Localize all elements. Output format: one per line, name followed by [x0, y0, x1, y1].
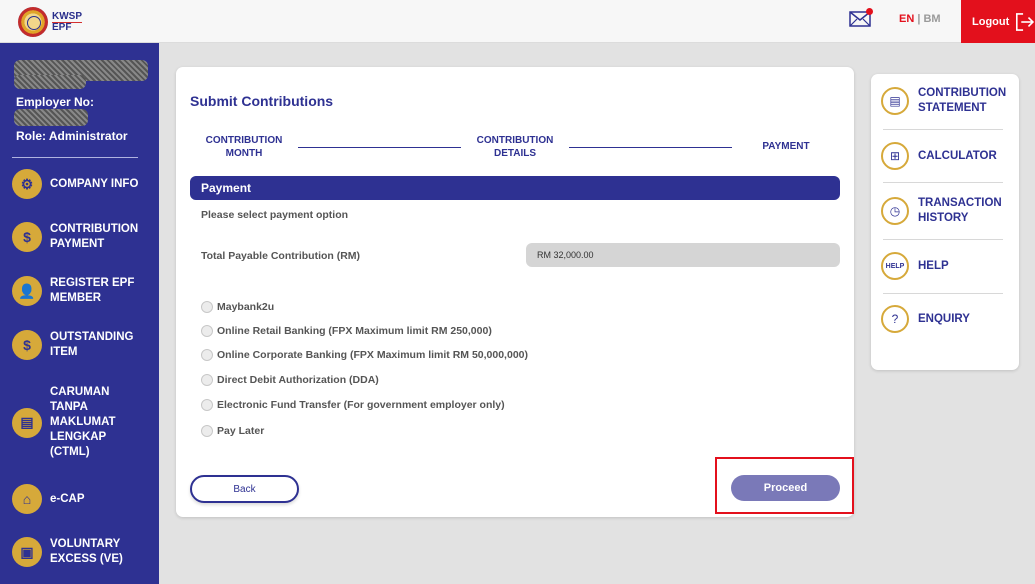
redacted-employer-no — [14, 109, 88, 126]
quick-links-panel: ▤ CONTRIBUTION STATEMENT ⊞ CALCULATOR ◷ … — [871, 74, 1019, 370]
logo-text-epf: EPF — [52, 21, 72, 33]
employer-no-label: Employer No: — [16, 95, 95, 109]
language-switcher: EN | BM — [899, 13, 941, 25]
kwsp-logo[interactable]: KWSP EPF — [18, 7, 82, 37]
total-payable-field — [526, 243, 840, 267]
dollar-hand-icon: $ — [12, 222, 42, 252]
document-clock-icon: ▣ — [12, 537, 42, 567]
step-contribution-month: CONTRIBUTION MONTH — [205, 135, 283, 159]
epf-emblem-icon — [18, 7, 48, 37]
divider — [883, 239, 1003, 240]
payment-option-online-corporate-banking[interactable]: Online Corporate Banking (FPX Maximum li… — [201, 349, 528, 361]
shop-icon: ⌂ — [12, 484, 42, 514]
logout-button[interactable]: Logout — [961, 0, 1035, 43]
sidebar-item-outstanding-item[interactable]: $ OUTSTANDING ITEM — [12, 330, 145, 360]
step-payment: PAYMENT — [762, 141, 810, 152]
radio-button[interactable] — [201, 374, 213, 386]
sidebar-item-register-epf-member[interactable]: 👤 REGISTER EPF MEMBER — [12, 276, 145, 306]
submit-contributions-card: Submit Contributions CONTRIBUTION MONTH … — [176, 67, 854, 517]
payment-section-header: Payment — [190, 176, 840, 200]
sidebar-item-e-cap[interactable]: ⌂ e-CAP — [12, 484, 145, 514]
gear-icon: ⚙ — [12, 169, 42, 199]
payment-option-pay-later[interactable]: Pay Later — [201, 425, 264, 437]
sidebar-item-voluntary-excess[interactable]: ▣ VOLUNTARY EXCESS (VE) — [12, 537, 145, 567]
radio-button[interactable] — [201, 301, 213, 313]
payment-option-hint: Please select payment option — [201, 209, 349, 221]
step-connector-2 — [569, 147, 732, 148]
payment-option-eft[interactable]: Electronic Fund Transfer (For government… — [201, 399, 505, 411]
step-connector-1 — [298, 147, 461, 148]
quick-link-help[interactable]: HELP HELP — [881, 252, 949, 280]
sidebar-item-ctml[interactable]: ▤ CARUMAN TANPA MAKLUMAT LENGKAP (CTML) — [12, 385, 145, 460]
statement-icon: ▤ — [881, 87, 909, 115]
help-icon: HELP — [881, 252, 909, 280]
payment-option-maybank2u[interactable]: Maybank2u — [201, 301, 274, 313]
radio-button[interactable] — [201, 399, 213, 411]
step-contribution-details: CONTRIBUTION DETAILS — [476, 135, 554, 159]
calculator-icon: ⊞ — [881, 142, 909, 170]
divider — [883, 129, 1003, 130]
sidebar-item-company-info[interactable]: ⚙ COMPANY INFO — [12, 169, 145, 199]
quick-link-transaction-history[interactable]: ◷ TRANSACTION HISTORY — [881, 196, 1008, 226]
divider — [883, 293, 1003, 294]
quick-link-enquiry[interactable]: ? ENQUIRY — [881, 305, 970, 333]
role-label: Role: Administrator — [16, 129, 128, 143]
sidebar-divider — [12, 157, 138, 158]
lang-separator: | — [917, 13, 921, 25]
lang-en-link[interactable]: EN — [899, 13, 914, 25]
radio-button[interactable] — [201, 325, 213, 337]
payment-option-online-retail-banking[interactable]: Online Retail Banking (FPX Maximum limit… — [201, 325, 492, 337]
total-payable-label: Total Payable Contribution (RM) — [201, 250, 361, 262]
back-button[interactable]: Back — [190, 475, 299, 503]
logout-label: Logout — [972, 15, 1010, 28]
sidebar-item-contribution-payment[interactable]: $ CONTRIBUTION PAYMENT — [12, 222, 145, 252]
sidebar: Employer No: Role: Administrator ⚙ COMPA… — [0, 43, 159, 584]
quick-link-contribution-statement[interactable]: ▤ CONTRIBUTION STATEMENT — [881, 86, 1008, 116]
document-icon: ▤ — [12, 407, 42, 438]
redacted-company-name-line2 — [14, 75, 86, 89]
logout-arrow-icon — [1016, 12, 1035, 31]
payment-option-dda[interactable]: Direct Debit Authorization (DDA) — [201, 374, 379, 386]
quick-link-calculator[interactable]: ⊞ CALCULATOR — [881, 142, 997, 170]
notification-dot — [866, 8, 873, 15]
page-title: Submit Contributions — [190, 93, 334, 109]
add-user-icon: 👤 — [12, 276, 42, 306]
lang-bm-link[interactable]: BM — [923, 13, 940, 25]
proceed-highlight-box — [715, 457, 854, 514]
money-bag-icon: $ — [12, 330, 42, 360]
radio-button[interactable] — [201, 425, 213, 437]
radio-button[interactable] — [201, 349, 213, 361]
history-icon: ◷ — [881, 197, 909, 225]
enquiry-icon: ? — [881, 305, 909, 333]
top-bar: KWSP EPF EN | BM Logout — [0, 0, 1035, 43]
divider — [883, 182, 1003, 183]
